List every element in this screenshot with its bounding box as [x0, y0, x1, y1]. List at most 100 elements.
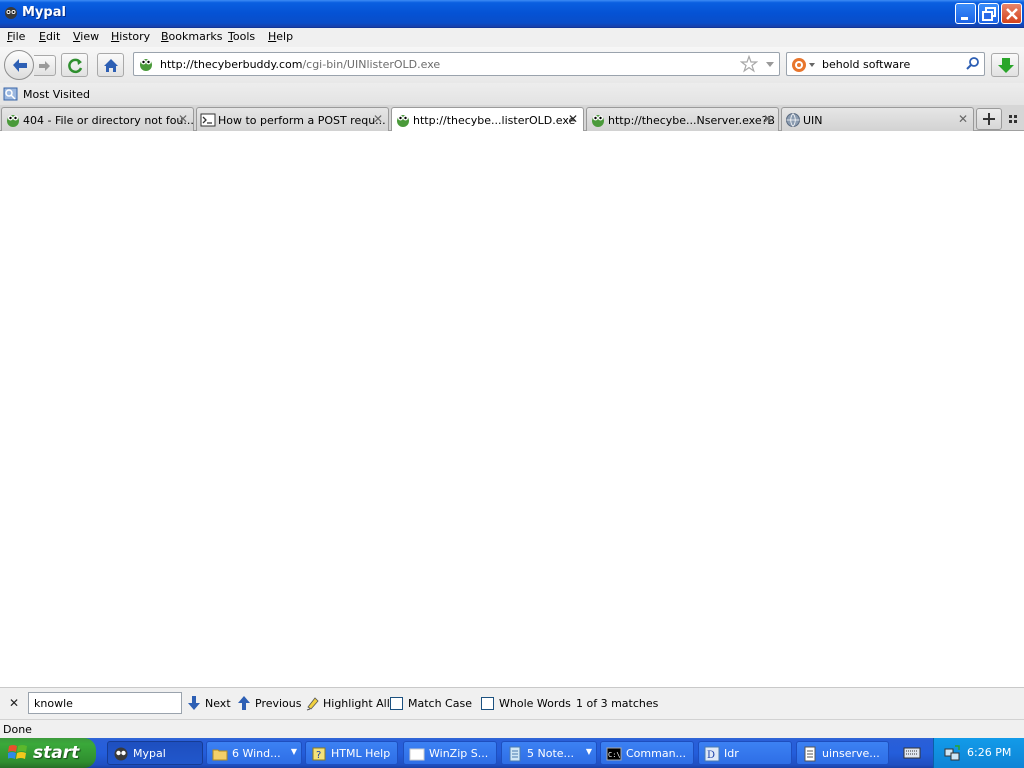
task-winzip[interactable]: WinZip S... — [403, 741, 497, 765]
menu-bookmarks[interactable]: Bookmarks — [161, 30, 222, 43]
arrow-down-icon — [188, 696, 200, 710]
find-input[interactable] — [28, 692, 182, 714]
svg-text:D: D — [707, 750, 715, 761]
whole-words-checkbox[interactable] — [481, 697, 494, 710]
tab-label: How to perform a POST requ... — [218, 114, 386, 127]
status-text: Done — [3, 723, 32, 736]
menu-help[interactable]: Help — [268, 30, 293, 43]
network-icon[interactable] — [944, 745, 960, 761]
download-arrow-icon — [998, 58, 1014, 73]
command-prompt-icon: C:\ — [606, 747, 622, 761]
tab-close-icon[interactable]: ✕ — [373, 112, 383, 126]
task-html-help[interactable]: ? HTML Help — [305, 741, 398, 765]
tab-close-icon[interactable]: ✕ — [958, 112, 968, 126]
document-icon — [804, 746, 816, 762]
site-favicon-icon — [140, 59, 152, 71]
page-content[interactable] — [0, 131, 1024, 687]
url-text: http://thecyberbuddy.com/cgi-bin/UINlist… — [160, 58, 441, 71]
tab-close-icon[interactable]: ✕ — [568, 112, 578, 126]
tab-label: http://thecybe...Nserver.exe?B — [608, 114, 775, 127]
close-window-button[interactable] — [1001, 3, 1022, 24]
svg-text:C:\: C:\ — [608, 751, 621, 759]
mypal-icon — [114, 747, 128, 761]
clock[interactable]: 6:26 PM — [967, 746, 1011, 759]
reload-button[interactable] — [61, 53, 88, 77]
forward-arrow-icon — [39, 61, 50, 71]
new-tab-button[interactable] — [976, 108, 1002, 130]
tab-uin[interactable]: UIN ✕ — [781, 107, 974, 131]
close-icon — [1006, 8, 1018, 20]
search-icon[interactable] — [965, 56, 981, 72]
plus-icon — [983, 113, 995, 125]
tab-label: 404 - File or directory not fou... — [23, 114, 194, 127]
menu-edit[interactable]: Edit — [39, 30, 60, 43]
minimize-button[interactable] — [955, 3, 976, 24]
menu-view[interactable]: View — [73, 30, 99, 43]
forward-button[interactable] — [34, 55, 56, 76]
window-title: Mypal — [22, 5, 66, 20]
task-command-prompt[interactable]: C:\ Comman... — [600, 741, 694, 765]
taskbar: start Mypal 6 Wind... ▼ ? HTML Help WinZ… — [0, 738, 1024, 768]
most-visited-bookmark[interactable]: Most Visited — [23, 88, 90, 101]
close-find-bar-icon[interactable]: ✕ — [9, 696, 19, 710]
start-button[interactable]: start — [0, 738, 96, 768]
search-query: behold software — [822, 58, 911, 71]
tab-close-icon[interactable]: ✕ — [178, 112, 188, 126]
bookmarks-toolbar: Most Visited — [0, 83, 1024, 105]
keyboard-icon[interactable] — [903, 746, 921, 760]
tab-uinlister[interactable]: http://thecybe...listerOLD.exe ✕ — [391, 107, 584, 132]
task-notepad-group[interactable]: 5 Note... ▼ — [501, 741, 597, 765]
reload-icon — [68, 58, 83, 74]
menu-bar: File Edit View History Bookmarks Tools H… — [0, 28, 1024, 47]
navigation-toolbar: http://thecyberbuddy.com/cgi-bin/UINlist… — [0, 47, 1024, 83]
restore-icon — [982, 7, 996, 21]
url-history-dropdown-icon[interactable] — [764, 57, 776, 71]
find-bar: ✕ Next Previous Highlight All Match Case… — [0, 687, 1024, 719]
url-bar[interactable]: http://thecyberbuddy.com/cgi-bin/UINlist… — [133, 52, 780, 76]
arrow-up-icon — [238, 696, 250, 710]
folder-icon — [212, 749, 228, 761]
tab-close-icon[interactable]: ✕ — [763, 112, 773, 126]
task-uinserver[interactable]: uinserve... — [796, 741, 889, 765]
search-engine-icon[interactable] — [791, 56, 817, 74]
tab-uinserver[interactable]: http://thecybe...Nserver.exe?B ✕ — [586, 107, 779, 131]
mypal-app-icon — [5, 7, 17, 19]
find-match-status: 1 of 3 matches — [576, 697, 659, 710]
downloads-button[interactable] — [991, 53, 1019, 77]
bookmark-star-icon[interactable] — [740, 55, 758, 73]
status-bar: Done — [0, 719, 1024, 738]
help-book-icon: ? — [312, 747, 326, 761]
task-idr[interactable]: D Idr — [698, 741, 792, 765]
menu-file[interactable]: File — [7, 30, 25, 43]
home-button[interactable] — [97, 53, 124, 77]
globe-icon — [786, 113, 800, 127]
svg-text:?: ? — [316, 750, 321, 761]
menu-history[interactable]: History — [111, 30, 150, 43]
home-icon — [104, 59, 118, 72]
menu-tools[interactable]: Tools — [228, 30, 255, 43]
match-case-checkbox[interactable] — [390, 697, 403, 710]
windows-logo-icon — [8, 745, 27, 759]
title-bar: Mypal — [0, 0, 1024, 28]
task-windows-explorer-group[interactable]: 6 Wind... ▼ — [206, 741, 302, 765]
tab-post-request[interactable]: How to perform a POST requ... ✕ — [196, 107, 389, 131]
frog-icon — [7, 115, 19, 127]
search-bar[interactable]: behold software — [786, 52, 985, 76]
tab-404[interactable]: 404 - File or directory not fou... ✕ — [1, 107, 194, 131]
restore-button[interactable] — [978, 3, 999, 24]
group-dropdown-icon: ▼ — [290, 747, 297, 756]
system-tray: 6:26 PM — [933, 738, 1024, 768]
back-button[interactable] — [4, 50, 34, 80]
match-case-label: Match Case — [408, 697, 472, 710]
tab-label: UIN — [803, 114, 823, 127]
task-mypal[interactable]: Mypal — [107, 741, 203, 765]
list-all-tabs-icon[interactable] — [1006, 111, 1022, 127]
start-label: start — [33, 743, 80, 763]
frog-icon — [592, 115, 604, 127]
most-visited-folder-icon — [3, 87, 18, 101]
back-arrow-icon — [13, 59, 27, 72]
tab-strip: 404 - File or directory not fou... ✕ How… — [0, 105, 1024, 132]
tab-label: http://thecybe...listerOLD.exe — [413, 114, 576, 127]
window-icon — [409, 748, 425, 761]
notepad-icon — [509, 746, 521, 762]
